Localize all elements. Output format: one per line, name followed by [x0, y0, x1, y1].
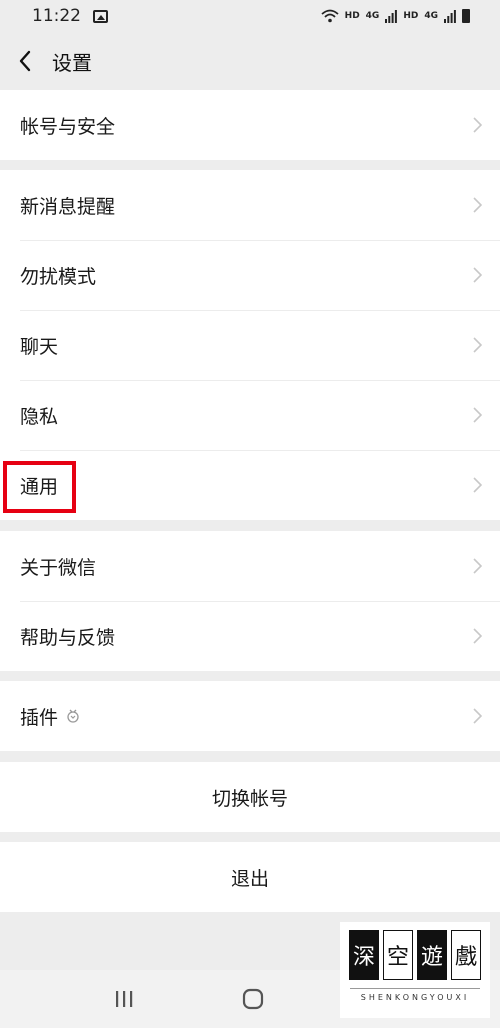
home-icon[interactable] — [242, 988, 264, 1010]
settings-item-label: 帮助与反馈 — [20, 626, 116, 649]
settings-item-label: 插件 — [20, 706, 59, 729]
highlight-box — [3, 461, 76, 513]
chevron-right-icon — [473, 558, 482, 574]
status-right: HD 4G HD 4G — [321, 9, 470, 23]
image-notification-icon — [93, 9, 108, 23]
settings-item-about-wechat[interactable]: 关于微信 — [0, 531, 500, 601]
settings-group-plugins: 插件 — [0, 681, 500, 751]
settings-item-label: 帐号与安全 — [20, 115, 116, 138]
status-left: 11:22 — [32, 6, 108, 26]
watermark-divider — [350, 988, 480, 989]
chevron-right-icon — [473, 267, 482, 283]
recent-apps-icon[interactable] — [114, 990, 134, 1008]
back-button[interactable] — [0, 32, 50, 90]
signal-icon — [385, 9, 398, 23]
signal-icon-2 — [444, 9, 456, 23]
network-label-2: 4G — [365, 11, 380, 21]
logout-button[interactable]: 退出 — [0, 842, 500, 912]
settings-item-label: 勿扰模式 — [20, 265, 97, 288]
settings-item-do-not-disturb[interactable]: 勿扰模式 — [0, 240, 500, 310]
switch-account-label: 切换帐号 — [211, 787, 288, 810]
logout-group: 退出 — [0, 842, 500, 912]
settings-item-label: 新消息提醒 — [20, 195, 116, 218]
settings-item-account-security[interactable]: 帐号与安全 — [0, 90, 500, 160]
settings-item-privacy[interactable]: 隐私 — [0, 380, 500, 450]
watermark-char: 空 — [383, 930, 413, 980]
watermark-char: 深 — [349, 930, 379, 980]
chevron-right-icon — [473, 117, 482, 133]
network-label-1: HD — [344, 11, 360, 21]
settings-item-label: 聊天 — [20, 335, 59, 358]
settings-item-notifications[interactable]: 新消息提醒 — [0, 170, 500, 240]
settings-item-label: 关于微信 — [20, 556, 97, 579]
chevron-right-icon — [473, 337, 482, 353]
chevron-right-icon — [473, 708, 482, 724]
chevron-right-icon — [473, 628, 482, 644]
back-arrow-icon — [19, 50, 31, 72]
switch-account-group: 切换帐号 — [0, 762, 500, 832]
plugin-icon — [66, 708, 80, 724]
network-label-3: HD — [403, 11, 419, 21]
watermark-logo: 深 空 遊 戲 SHENKONGYOUXI — [340, 922, 490, 1018]
navigation-bar: 设置 — [0, 32, 500, 90]
network-label-4: 4G — [424, 11, 438, 21]
chevron-right-icon — [473, 197, 482, 213]
wifi-icon — [321, 9, 339, 23]
page-title: 设置 — [52, 50, 92, 75]
battery-icon — [462, 9, 470, 23]
settings-group-about: 关于微信 帮助与反馈 — [0, 531, 500, 671]
watermark-char: 戲 — [451, 930, 481, 980]
settings-item-label: 隐私 — [20, 405, 59, 428]
chevron-right-icon — [473, 477, 482, 493]
watermark-subtitle: SHENKONGYOUXI — [360, 993, 470, 1002]
watermark-char: 遊 — [417, 930, 447, 980]
settings-group-account: 帐号与安全 — [0, 90, 500, 160]
switch-account-button[interactable]: 切换帐号 — [0, 762, 500, 832]
watermark-chars: 深 空 遊 戲 — [340, 930, 490, 980]
settings-item-help-feedback[interactable]: 帮助与反馈 — [0, 601, 500, 671]
chevron-right-icon — [473, 407, 482, 423]
status-bar: 11:22 HD 4G HD 4G — [0, 0, 500, 32]
settings-item-plugins[interactable]: 插件 — [0, 681, 500, 751]
settings-item-chat[interactable]: 聊天 — [0, 310, 500, 380]
status-time: 11:22 — [32, 6, 81, 26]
logout-label: 退出 — [230, 867, 269, 890]
